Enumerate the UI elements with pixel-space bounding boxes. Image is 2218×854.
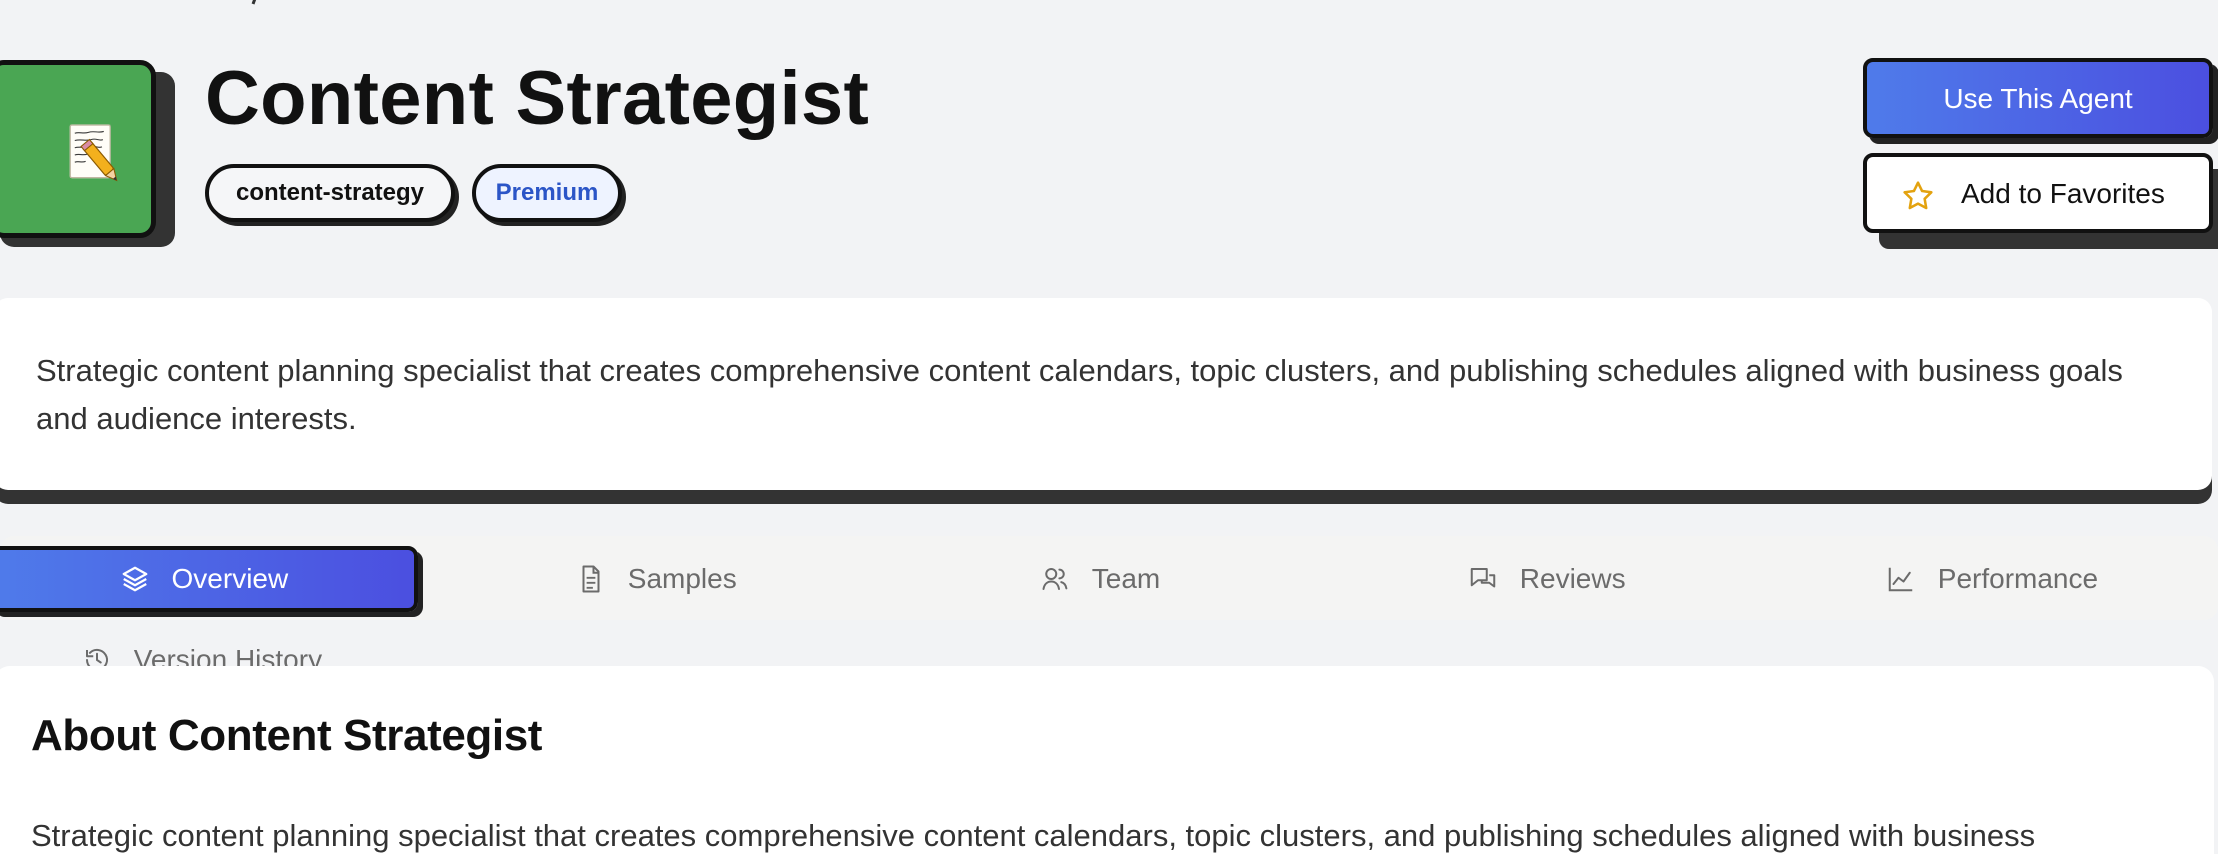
category-tag: content-strategy (205, 164, 455, 222)
agent-avatar-wrapper (0, 60, 175, 247)
add-to-favorites-button[interactable]: Add to Favorites (1863, 153, 2213, 233)
tab-overview-label: Overview (171, 563, 289, 594)
tab-bar: Overview Samples Team Reviews Performanc… (0, 536, 2218, 675)
tab-reviews-label: Reviews (1519, 563, 1626, 594)
agent-avatar (0, 60, 156, 238)
users-icon (1042, 568, 1068, 590)
premium-badge: Premium (472, 164, 622, 222)
top-cut-mark (238, 0, 259, 5)
tab-reviews[interactable]: Reviews (1468, 546, 1626, 612)
agent-detail-page: Content Strategist content-strategy Prem… (0, 0, 2218, 854)
use-agent-button[interactable]: Use This Agent (1863, 58, 2213, 138)
tab-team[interactable]: Team (1040, 546, 1160, 612)
about-heading: About Content Strategist (31, 711, 543, 760)
memo-icon (69, 124, 118, 182)
about-text: Strategic content planning specialist th… (31, 818, 2036, 853)
document-icon (582, 565, 600, 593)
tab-overview[interactable]: Overview (0, 546, 418, 612)
star-icon (1903, 181, 1933, 210)
agent-description: Strategic content planning specialist th… (36, 353, 2123, 436)
tab-team-label: Team (1091, 563, 1161, 594)
chart-icon (1888, 567, 1913, 592)
add-to-favorites-label: Add to Favorites (1961, 178, 2165, 209)
tab-samples[interactable]: Samples (576, 546, 737, 612)
page-title: Content Strategist (205, 56, 870, 141)
tab-samples-label: Samples (627, 563, 737, 594)
chat-icon (1470, 568, 1496, 588)
tab-performance[interactable]: Performance (1886, 546, 2098, 612)
tab-performance-label: Performance (1937, 563, 2099, 594)
layers-icon (122, 566, 148, 592)
